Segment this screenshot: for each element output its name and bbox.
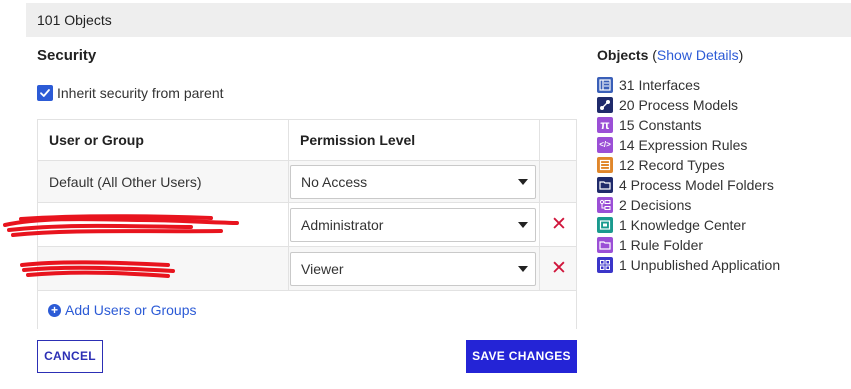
chevron-down-icon [518, 266, 528, 272]
constant-icon: π [597, 117, 613, 133]
inherit-security-label: Inherit security from parent [57, 85, 224, 101]
object-count-title: 101 Objects [37, 12, 112, 28]
process-model-icon [597, 97, 613, 113]
object-label: 4 Process Model Folders [619, 177, 774, 193]
object-label: 1 Rule Folder [619, 237, 704, 253]
list-item: 2 Decisions [597, 195, 780, 215]
table-header-row: User or Group Permission Level [38, 120, 576, 161]
checkmark-icon [40, 89, 50, 97]
object-label: 1 Unpublished Application [619, 257, 781, 273]
paren-close: ) [738, 47, 744, 63]
column-divider [539, 120, 540, 291]
objects-heading: Objects (Show Details) [597, 47, 743, 63]
cancel-button[interactable]: CANCEL [37, 340, 103, 373]
permissions-table: User or Group Permission Level Default (… [3, 119, 577, 329]
permission-select[interactable]: Viewer [290, 252, 536, 286]
permission-value: Administrator [301, 217, 384, 233]
application-icon [597, 257, 613, 273]
user-name: Default (All Other Users) [49, 174, 202, 190]
table-row: Viewer ✕ [20, 247, 576, 291]
redaction-mark [3, 214, 239, 237]
save-changes-button[interactable]: SAVE CHANGES [466, 340, 577, 373]
security-title: Security [37, 47, 97, 64]
list-item: 1 Unpublished Application [597, 255, 780, 275]
list-item: 1 Rule Folder [597, 235, 780, 255]
chevron-down-icon [518, 222, 528, 228]
table-row: Administrator ✕ [3, 203, 576, 247]
show-details-link[interactable]: Show Details [657, 47, 739, 63]
add-users-or-groups-label: Add Users or Groups [65, 302, 197, 318]
remove-row-button[interactable]: ✕ [551, 259, 567, 278]
list-item: 1 Knowledge Center [597, 215, 780, 235]
record-type-icon [597, 157, 613, 173]
add-row: + Add Users or Groups [38, 291, 576, 329]
object-label: 2 Decisions [619, 197, 692, 213]
process-model-folder-icon [597, 177, 613, 193]
add-users-or-groups-link[interactable]: + Add Users or Groups [48, 302, 197, 318]
object-label: 20 Process Models [619, 97, 739, 113]
permission-value: No Access [301, 174, 368, 190]
redaction-mark [20, 260, 175, 278]
header-bar: 101 Objects [26, 3, 851, 37]
object-label: 1 Knowledge Center [619, 217, 746, 233]
permission-value: Viewer [301, 261, 344, 277]
table-row: Default (All Other Users) No Access [38, 161, 576, 203]
object-label: 12 Record Types [619, 157, 725, 173]
list-item: 20 Process Models [597, 95, 780, 115]
list-item: π 15 Constants [597, 115, 780, 135]
column-divider [288, 120, 289, 291]
object-label: 14 Expression Rules [619, 137, 748, 153]
objects-title: Objects [597, 47, 649, 63]
object-label: 31 Interfaces [619, 77, 700, 93]
user-column-header: User or Group [49, 132, 144, 148]
remove-row-button[interactable]: ✕ [551, 215, 567, 234]
objects-list: 31 Interfaces 20 Process Models π 15 Con… [597, 75, 780, 275]
list-item: 4 Process Model Folders [597, 175, 780, 195]
knowledge-center-icon [597, 217, 613, 233]
inherit-security-checkbox-row[interactable]: Inherit security from parent [37, 85, 224, 101]
interface-icon [597, 77, 613, 93]
rule-folder-icon [597, 237, 613, 253]
permission-select[interactable]: Administrator [290, 208, 536, 242]
inherit-security-checkbox[interactable] [37, 85, 53, 101]
list-item: </> 14 Expression Rules [597, 135, 780, 155]
object-label: 15 Constants [619, 117, 702, 133]
permission-select[interactable]: No Access [290, 165, 536, 199]
list-item: 31 Interfaces [597, 75, 780, 95]
chevron-down-icon [518, 179, 528, 185]
permission-column-header: Permission Level [300, 132, 416, 148]
list-item: 12 Record Types [597, 155, 780, 175]
decision-icon [597, 197, 613, 213]
plus-circle-icon: + [48, 303, 61, 317]
expression-rule-icon: </> [597, 137, 613, 153]
